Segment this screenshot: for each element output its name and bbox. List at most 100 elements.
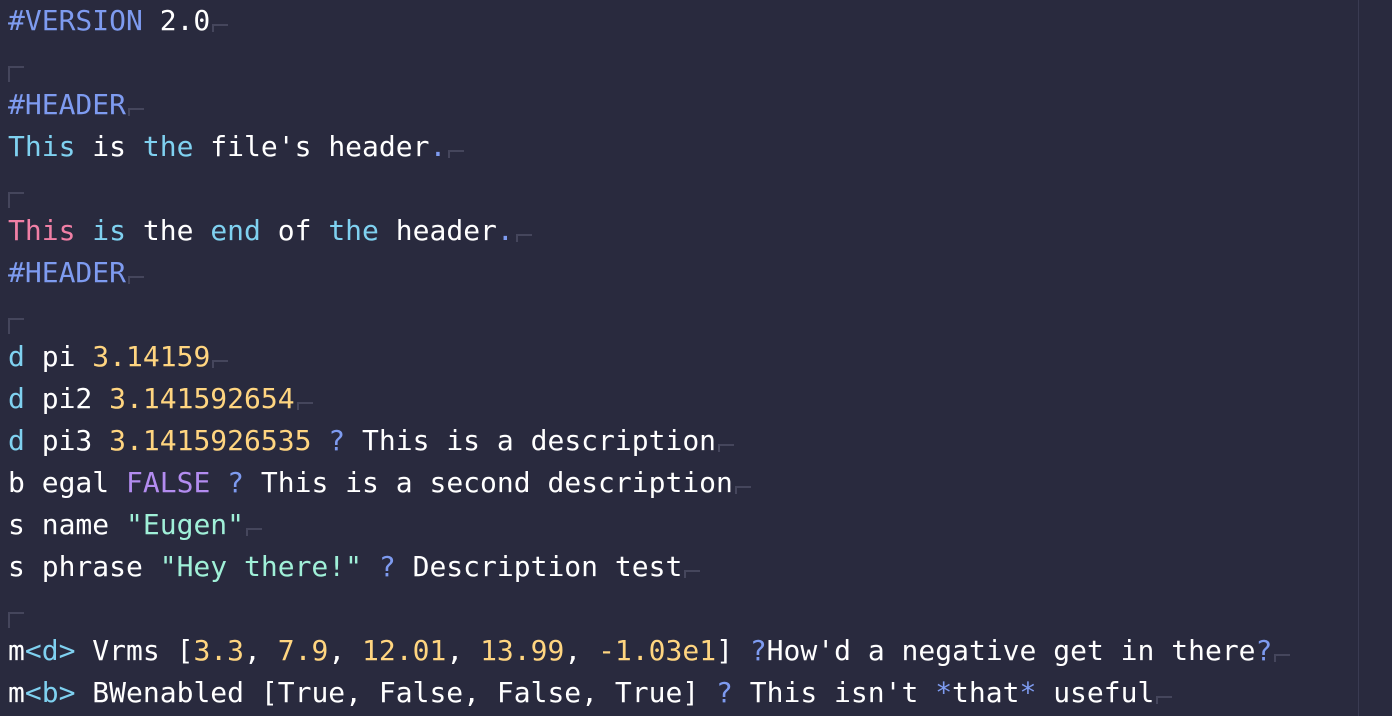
code-token: This [8,130,76,163]
code-token: * [1019,676,1037,709]
code-token: 12.01 [362,634,447,667]
code-token: ? [311,424,346,457]
code-line[interactable]: d pi2 3.141592654 [8,378,1352,420]
code-line[interactable]: #HEADER [8,84,1352,126]
code-token: -1.03e1 [598,634,717,667]
code-token: , [564,634,599,667]
code-token: #HEADER [8,88,127,121]
code-token: pi2 [24,382,110,415]
end-of-line-marker-icon [296,402,313,410]
code-line[interactable]: This is the file's header. [8,126,1352,168]
code-token: This isn't [732,676,936,709]
code-token: 3.141592654 [109,382,295,415]
code-token: m [8,676,25,709]
code-line[interactable]: #VERSION 2.0 [8,0,1352,42]
end-of-line-marker-icon [212,24,229,32]
code-token: ? [716,676,733,709]
code-token: file's header [193,130,430,163]
code-token: , [244,634,278,667]
code-token: is [75,130,143,163]
code-token: d [8,340,25,373]
code-line[interactable]: s name "Eugen" [8,504,1352,546]
code-token: ? [210,466,245,499]
code-token: that [952,676,1020,709]
end-of-line-marker-icon [684,570,701,578]
end-of-line-marker-icon [448,150,465,158]
code-token: , [446,634,481,667]
code-token: ? [1255,634,1273,667]
code-line[interactable]: d pi 3.14159 [8,336,1352,378]
code-token: the [328,214,379,247]
end-of-line-marker-icon [8,612,24,628]
end-of-line-marker-icon [8,66,24,82]
end-of-line-marker-icon [246,528,263,536]
end-of-line-marker-icon [1156,696,1173,704]
end-of-line-marker-icon [718,444,735,452]
code-token: <d> [24,634,76,667]
code-token: d [8,424,25,457]
ruler-guide [1358,0,1359,716]
code-line[interactable]: #HEADER [8,252,1352,294]
code-token: is [92,214,127,247]
code-token: #VERSION [8,4,143,37]
code-token: the [142,130,194,163]
code-token: Description test [395,550,683,583]
end-of-line-marker-icon [8,192,24,208]
code-token: pi3 [24,424,110,457]
code-token: 2.0 [142,4,211,37]
code-token: 13.99 [480,634,565,667]
code-token: useful [1036,676,1155,709]
code-token: How'd a negative get in there [766,634,1256,667]
code-line[interactable] [8,588,1352,630]
end-of-line-marker-icon [8,318,24,334]
code-token: . [429,130,447,163]
code-token: header [378,214,497,247]
code-line[interactable] [8,294,1352,336]
code-token: 7.9 [277,634,329,667]
code-token: 3.14159 [92,340,211,373]
code-token: pi [24,340,93,373]
code-token: BWenabled [True, False, False, True] [75,676,717,709]
end-of-line-marker-icon [212,360,229,368]
code-token: 3.3 [193,634,245,667]
end-of-line-marker-icon [515,234,532,242]
code-editor[interactable]: #VERSION 2.0 #HEADER This is the file's he… [0,0,1392,716]
code-token: m [8,634,25,667]
code-token: "Hey there!" [159,550,363,583]
code-line[interactable]: m<d> Vrms [3.3, 7.9, 12.01, 13.99, -1.03… [8,630,1352,672]
code-token: Vrms [ [75,634,194,667]
code-line[interactable]: s phrase "Hey there!" ? Description test [8,546,1352,588]
code-token: ] [716,634,750,667]
code-token: ? [749,634,767,667]
code-token: 3.1415926535 [109,424,312,457]
code-token: . [496,214,514,247]
code-line[interactable]: m<b> BWenabled [True, False, False, True… [8,672,1352,714]
code-token: <b> [24,676,76,709]
code-token: "Eugen" [126,508,245,541]
code-token: of [260,214,329,247]
code-token: d [8,382,25,415]
code-line[interactable]: b egal FALSE ? This is a second descript… [8,462,1352,504]
code-token: This is a second description [244,466,733,499]
code-token: This is a description [345,424,717,457]
end-of-line-marker-icon [128,276,145,284]
code-token: ? [362,550,396,583]
code-token: s name [8,508,127,541]
end-of-line-marker-icon [128,108,145,116]
code-line[interactable]: d pi3 3.1415926535 ? This is a descripti… [8,420,1352,462]
code-token: s phrase [8,550,160,583]
code-line[interactable]: This is the end of the header. [8,210,1352,252]
code-lines[interactable]: #VERSION 2.0 #HEADER This is the file's he… [8,0,1352,714]
code-token: , [328,634,363,667]
code-token: This [8,214,76,247]
code-token: FALSE [126,466,211,499]
code-token: * [935,676,953,709]
code-token: b egal [8,466,127,499]
code-token: #HEADER [8,256,127,289]
end-of-line-marker-icon [734,486,751,494]
code-line[interactable] [8,168,1352,210]
code-line[interactable] [8,42,1352,84]
code-token: the [126,214,211,247]
end-of-line-marker-icon [1274,654,1291,662]
